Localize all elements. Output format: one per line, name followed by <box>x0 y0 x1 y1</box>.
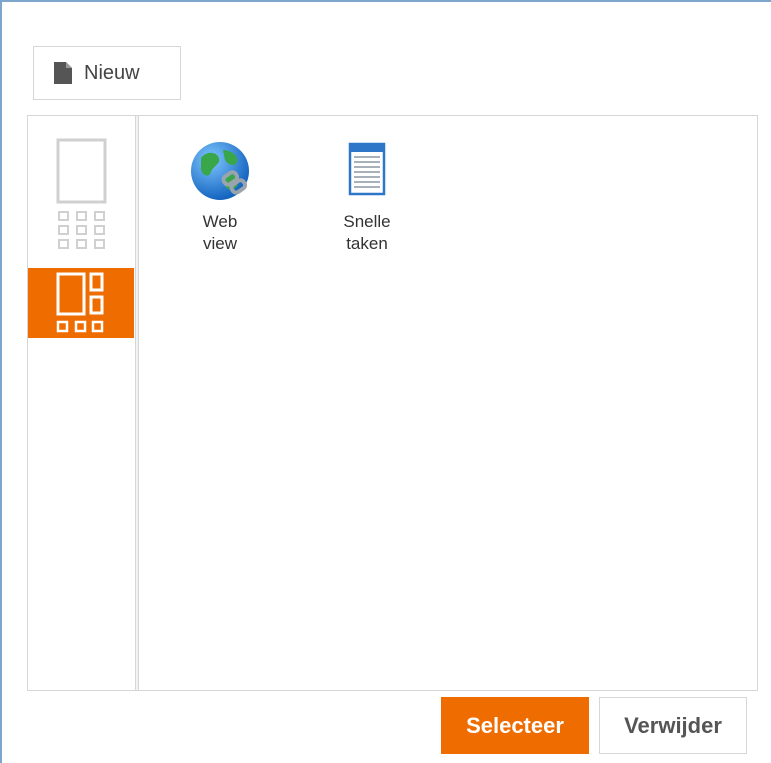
tile-web-view[interactable]: Web view <box>175 140 265 255</box>
layout-option-single[interactable] <box>28 138 134 268</box>
dialog-frame: Nieuw Web view Snelle taken Selecteer Ve… <box>0 0 771 763</box>
layout-single-icon <box>56 138 107 249</box>
tile-snelle-taken-label: Snelle taken <box>343 212 391 253</box>
document-icon <box>54 62 72 84</box>
new-button[interactable]: Nieuw <box>33 46 181 100</box>
tile-web-view-label: Web view <box>202 212 238 253</box>
new-button-label: Nieuw <box>84 61 140 84</box>
sidebar-divider <box>136 116 139 690</box>
layout-side-grid-icon <box>56 272 104 333</box>
layout-sidebar <box>28 116 136 690</box>
tile-area: Web view Snelle taken <box>140 116 757 690</box>
layout-option-side-grid[interactable] <box>28 268 134 338</box>
tile-snelle-taken[interactable]: Snelle taken <box>322 140 412 255</box>
template-panel: Web view Snelle taken <box>27 115 758 691</box>
globe-link-icon <box>191 142 249 200</box>
delete-button[interactable]: Verwijder <box>599 697 747 754</box>
select-button[interactable]: Selecteer <box>441 697 589 754</box>
list-window-icon <box>348 142 386 196</box>
